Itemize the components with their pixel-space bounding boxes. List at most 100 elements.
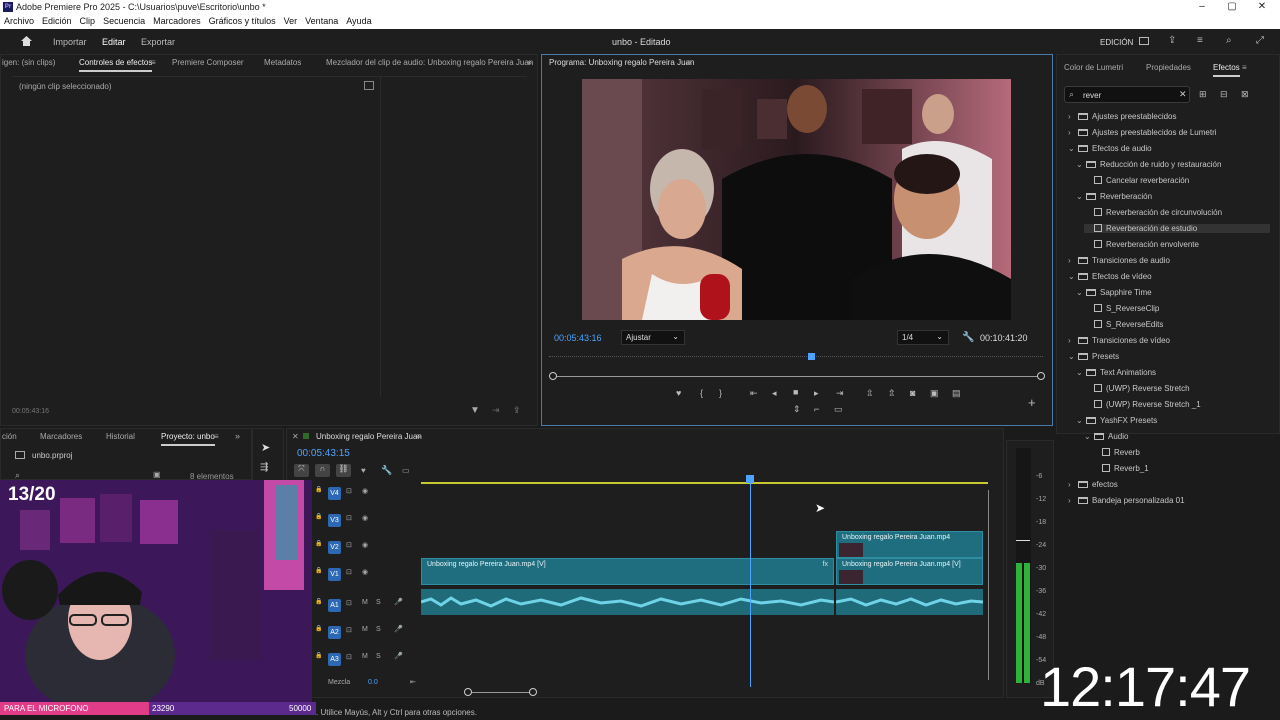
lock-icon[interactable]: 🔒	[315, 540, 322, 547]
eye-icon[interactable]: ◉	[362, 568, 368, 576]
menu-ver[interactable]: Ver	[280, 14, 302, 26]
effects-tree-item[interactable]: ⌄ Efectos de audio	[1068, 144, 1152, 153]
effects-tree-item[interactable]: Cancelar reverberación	[1084, 176, 1189, 185]
accelerated-effects-icon[interactable]: ⊞	[1199, 89, 1207, 100]
effects-tree-item[interactable]: ⌄ Reverberación	[1076, 192, 1152, 201]
tab-historial[interactable]: Historial	[106, 432, 135, 441]
tab-menu-icon[interactable]: ≡	[686, 58, 691, 67]
share-icon[interactable]: ⇪	[1168, 35, 1176, 46]
effects-tree-item[interactable]: ⌄ Audio	[1084, 432, 1128, 441]
lift-icon[interactable]: ⇫	[866, 388, 874, 399]
share-clip-icon[interactable]: ⇪	[513, 405, 521, 416]
effects-tree-item[interactable]: Reverberación de estudio	[1084, 224, 1270, 233]
lock-icon[interactable]: 🔒	[315, 652, 322, 659]
solo-icon[interactable]: S	[376, 626, 381, 633]
nav-editar[interactable]: Editar	[102, 37, 126, 47]
chevron-down-icon[interactable]: ⌄	[1076, 288, 1086, 297]
chevron-down-icon[interactable]: ⌄	[1076, 416, 1086, 425]
timeline-wrench-icon[interactable]: 🔧	[381, 465, 392, 476]
scroll-handle-right[interactable]	[529, 688, 537, 696]
step-back-icon[interactable]: ◂	[772, 388, 777, 399]
mix-end-icon[interactable]: ⇤	[410, 678, 416, 686]
track-label[interactable]: V2	[328, 541, 341, 554]
tab-info[interactable]: ción	[2, 432, 17, 441]
effects-tree-item[interactable]: › efectos	[1068, 480, 1118, 489]
menu-ayuda[interactable]: Ayuda	[342, 14, 375, 26]
effects-tree-item[interactable]: (UWP) Reverse Stretch _1	[1084, 400, 1201, 409]
mute-icon[interactable]: M	[362, 653, 368, 660]
effects-tree-item[interactable]: ⌄ Sapphire Time	[1076, 288, 1152, 297]
menu-edicion[interactable]: Edición	[38, 14, 76, 26]
sync-lock-icon[interactable]: ⊡	[346, 487, 352, 495]
tab-marcadores[interactable]: Marcadores	[40, 432, 82, 441]
mute-icon[interactable]: M	[362, 599, 368, 606]
nav-importar[interactable]: Importar	[53, 37, 87, 47]
fullscreen-icon[interactable]: ⤢	[1256, 35, 1264, 46]
eye-icon[interactable]: ◉	[362, 514, 368, 522]
timeline-timecode[interactable]: 00:05:43:15	[297, 448, 350, 459]
export-frame-icon[interactable]: ⇥	[492, 405, 500, 416]
track-label[interactable]: V3	[328, 514, 341, 527]
a1-clip-main[interactable]	[421, 589, 834, 615]
solo-icon[interactable]: S	[376, 599, 381, 606]
chevron-down-icon[interactable]: ⌄	[1068, 144, 1078, 153]
menu-clip[interactable]: Clip	[76, 14, 100, 26]
nav-exportar[interactable]: Exportar	[141, 37, 175, 47]
track-select-tool-icon[interactable]: ⇶	[260, 462, 268, 473]
add-marker-icon[interactable]: ♥	[361, 466, 366, 475]
chevron-down-icon[interactable]: ⌄	[1084, 432, 1094, 441]
sync-lock-icon[interactable]: ⊡	[346, 599, 352, 607]
program-timecode[interactable]: 00:05:43:16	[554, 333, 602, 343]
lock-icon[interactable]: 🔒	[315, 598, 322, 605]
lock-icon[interactable]: 🔒	[315, 513, 322, 520]
more-tabs-icon[interactable]: »	[235, 431, 240, 441]
mix-value[interactable]: 0.0	[368, 679, 378, 686]
mic-icon[interactable]: 🎤	[394, 598, 403, 606]
track-label[interactable]: V1	[328, 568, 341, 581]
zoom-handle-right[interactable]	[1037, 372, 1045, 380]
effects-tree-item[interactable]: Reverb	[1092, 448, 1140, 457]
effects-tree-item[interactable]: › Bandeja personalizada 01	[1068, 496, 1185, 505]
go-to-in-icon[interactable]: ⇤	[750, 388, 758, 399]
mic-icon[interactable]: 🎤	[394, 625, 403, 633]
chevron-down-icon[interactable]: ⌄	[1068, 272, 1078, 281]
tab-audio-mixer[interactable]: Mezclador del clip de audio: Unboxing re…	[326, 58, 533, 67]
overwrite-icon[interactable]: ▤	[952, 388, 961, 399]
eye-icon[interactable]: ◉	[362, 541, 368, 549]
effects-tree-item[interactable]: › Ajustes preestablecidos	[1068, 112, 1177, 121]
menu-secuencia[interactable]: Secuencia	[99, 14, 149, 26]
filter-icon[interactable]: ▼	[470, 405, 480, 416]
close-icon[interactable]: ✕	[1252, 1, 1272, 13]
tab-menu-icon[interactable]: ≡	[1242, 63, 1247, 72]
menu-marcadores[interactable]: Marcadores	[149, 14, 205, 26]
step-forward-icon[interactable]: ▸	[814, 388, 819, 399]
a1-clip-second[interactable]	[836, 589, 983, 615]
tab-lumetri[interactable]: Color de Lumetri	[1064, 63, 1123, 72]
safe-margins-icon[interactable]: ▭	[834, 404, 843, 415]
timeline-tab[interactable]: Unboxing regalo Pereira Juan	[316, 432, 422, 441]
v1-clip-main[interactable]: Unboxing regalo Pereira Juan.mp4 [V] fx	[421, 558, 834, 585]
clear-search-icon[interactable]: ✕	[1179, 89, 1187, 100]
tab-metadatos[interactable]: Metadatos	[264, 58, 301, 67]
extract-icon[interactable]: ⇬	[888, 388, 896, 399]
tab-menu-icon[interactable]: ≡	[214, 432, 219, 441]
effects-tree-item[interactable]: ⌄ YashFX Presets	[1076, 416, 1157, 425]
tab-proyecto[interactable]: Proyecto: unbo	[161, 432, 215, 446]
effects-tree-item[interactable]: › Transiciones de audio	[1068, 256, 1170, 265]
program-ruler[interactable]	[549, 356, 1043, 362]
wrench-icon[interactable]: 🔧	[962, 332, 974, 343]
tab-program[interactable]: Programa: Unboxing regalo Pereira Juan	[549, 58, 694, 67]
mark-out-icon[interactable]: }	[719, 388, 722, 398]
minimize-icon[interactable]: –	[1192, 1, 1212, 13]
effects-tree-item[interactable]: › Ajustes preestablecidos de Lumetri	[1068, 128, 1217, 137]
nest-toggle-icon[interactable]: ⤧	[294, 464, 309, 477]
mark-in-icon[interactable]: {	[700, 388, 703, 398]
sync-lock-icon[interactable]: ⊡	[346, 626, 352, 634]
captions-icon[interactable]: ▭	[402, 466, 410, 475]
program-playhead[interactable]	[807, 353, 815, 360]
home-icon[interactable]	[20, 35, 33, 47]
mic-icon[interactable]: 🎤	[394, 652, 403, 660]
chevron-down-icon[interactable]: ⌄	[1076, 368, 1086, 377]
camera-icon[interactable]: ◙	[910, 388, 915, 398]
eye-icon[interactable]: ◉	[362, 487, 368, 495]
